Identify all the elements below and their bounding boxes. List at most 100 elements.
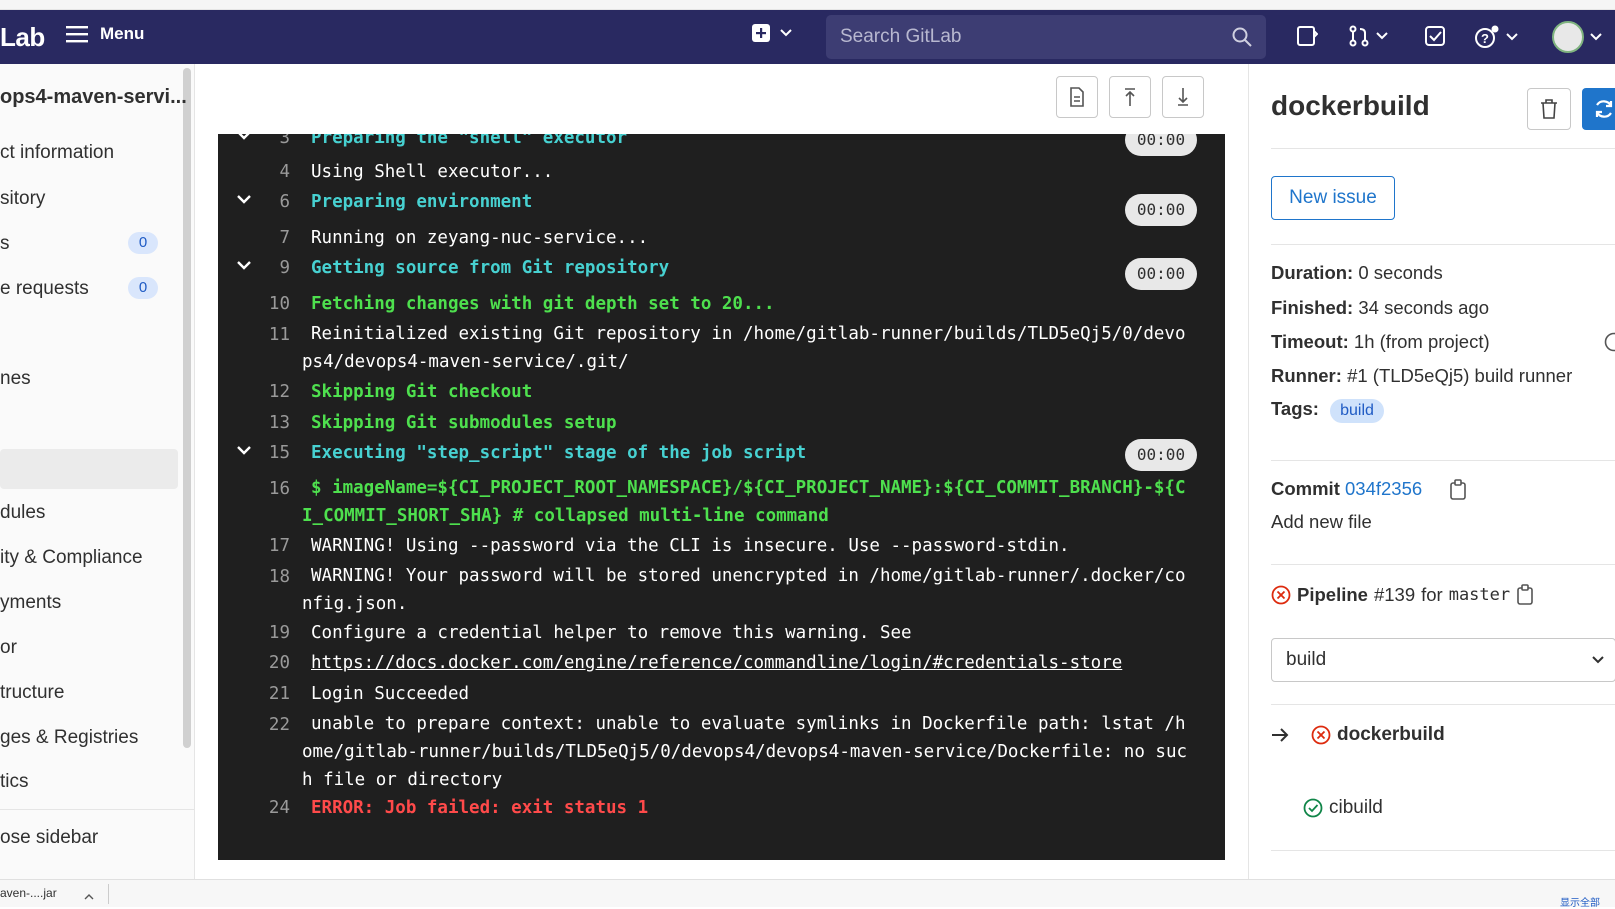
user-menu-button[interactable] — [1552, 21, 1602, 53]
retry-icon — [1593, 98, 1615, 120]
search-icon[interactable] — [1232, 27, 1252, 47]
gitlab-logo[interactable]: Lab — [0, 22, 45, 53]
log-line-number[interactable]: 16 — [248, 479, 290, 499]
job-finished: Finished: 34 seconds ago — [1271, 297, 1489, 319]
log-line-number[interactable]: 10 — [248, 294, 290, 314]
search-box[interactable] — [826, 15, 1266, 59]
chevron-down-icon — [1592, 656, 1604, 664]
sidebar-item-issues[interactable]: s0 — [0, 224, 178, 264]
job-commit: Commit 034f2356 — [1271, 478, 1422, 500]
job-list-item[interactable]: cibuild — [1303, 797, 1383, 819]
log-line-number[interactable]: 15 — [248, 443, 290, 463]
log-line-text: Executing "step_script" stage of the job… — [311, 443, 806, 463]
log-line-number[interactable]: 7 — [248, 228, 290, 248]
log-line-number[interactable]: 12 — [248, 382, 290, 402]
scroll-to-top-button[interactable] — [1109, 76, 1151, 118]
log-line-number[interactable]: 22 — [248, 715, 290, 735]
scroll-up-icon — [1122, 87, 1138, 107]
help-icon[interactable] — [1604, 332, 1615, 352]
pipeline-id-link[interactable]: #139 — [1374, 584, 1415, 606]
copy-icon[interactable] — [1449, 479, 1467, 501]
timeout-label: Timeout: — [1271, 331, 1349, 352]
finished-label: Finished: — [1271, 297, 1353, 318]
log-line-number[interactable]: 24 — [248, 798, 290, 818]
new-issue-button[interactable]: New issue — [1271, 176, 1395, 220]
log-line-text: Skipping Git checkout — [311, 382, 532, 402]
menu-label: Menu — [100, 24, 144, 44]
sidebar-item-security-compliance[interactable]: ity & Compliance — [0, 538, 178, 578]
issues-nav-button[interactable] — [1296, 25, 1318, 47]
timeout-value: 1h (from project) — [1354, 331, 1490, 352]
download-item[interactable]: aven-....jar — [0, 886, 57, 900]
sidebar-item-deployments[interactable]: yments — [0, 583, 178, 623]
sidebar-item-label: tics — [0, 771, 29, 792]
sidebar-item-infrastructure[interactable]: tructure — [0, 673, 178, 713]
menu-button[interactable]: Menu — [66, 24, 144, 44]
log-line-number[interactable]: 20 — [248, 653, 290, 673]
stage-select[interactable]: build — [1271, 638, 1615, 682]
trash-icon — [1540, 99, 1558, 119]
log-line-number[interactable]: 19 — [248, 623, 290, 643]
browser-top-strip — [0, 0, 1615, 10]
sidebar-item-packages-registries[interactable]: ges & Registries — [0, 718, 178, 758]
log-line-number[interactable]: 11 — [248, 325, 290, 345]
show-raw-button[interactable] — [1056, 76, 1098, 118]
search-input[interactable] — [840, 26, 1232, 48]
sidebar-item-project-information[interactable]: ct information — [0, 133, 178, 173]
log-line-number[interactable]: 17 — [248, 536, 290, 556]
log-line-number[interactable]: 21 — [248, 684, 290, 704]
sidebar-item-repository[interactable]: sitory — [0, 179, 178, 219]
sidebar-item-editor[interactable] — [0, 404, 178, 444]
log-line-text: WARNING! Using --password via the CLI is… — [311, 536, 1070, 556]
chevron-down-icon — [1506, 33, 1518, 41]
sidebar-item-monitor[interactable]: or — [0, 628, 178, 668]
collapse-sidebar-button[interactable]: ose sidebar — [0, 809, 195, 849]
sidebar-item-label: or — [0, 637, 17, 658]
scroll-down-icon — [1175, 87, 1191, 107]
divider — [1271, 244, 1615, 245]
sidebar-item-label: e requests — [0, 278, 89, 299]
raw-file-icon — [1069, 87, 1085, 107]
chevron-up-icon[interactable] — [84, 894, 94, 900]
sidebar-item-ci-cd[interactable] — [0, 314, 178, 354]
divider — [1271, 704, 1615, 705]
log-line-number[interactable]: 13 — [248, 413, 290, 433]
merge-requests-nav-button[interactable] — [1348, 25, 1388, 47]
log-line-number[interactable]: 3 — [248, 134, 290, 148]
help-nav-button[interactable]: ? — [1474, 25, 1518, 49]
job-list-item-current[interactable]: dockerbuild — [1271, 724, 1445, 746]
pipeline-label: Pipeline — [1297, 584, 1368, 606]
sidebar-project-name[interactable]: ops4-maven-servi... — [0, 86, 187, 109]
sidebar-item-pipelines[interactable]: nes — [0, 359, 178, 399]
divider — [108, 884, 109, 904]
log-line-number[interactable]: 4 — [248, 162, 290, 182]
log-line-number[interactable]: 9 — [248, 258, 290, 278]
job-sidebar: dockerbuild New issue Duration: 0 second… — [1248, 64, 1615, 879]
sidebar-item-schedules[interactable]: dules — [0, 493, 178, 533]
copy-icon[interactable] — [1516, 584, 1534, 606]
docs-link[interactable]: https://docs.docker.com/engine/reference… — [311, 653, 1122, 673]
sidebar-item-analytics[interactable]: tics — [0, 762, 178, 802]
todos-nav-button[interactable] — [1424, 25, 1446, 47]
sidebar-item-merge-requests[interactable]: e requests0 — [0, 269, 178, 309]
retry-job-button[interactable] — [1582, 88, 1615, 130]
todo-check-icon — [1424, 25, 1446, 47]
log-line-text: Fetching changes with git depth set to 2… — [311, 294, 775, 314]
job-name: cibuild — [1329, 797, 1383, 819]
sidebar-scrollbar[interactable] — [183, 68, 191, 748]
sidebar-item-label: dules — [0, 502, 45, 523]
sidebar-item-jobs[interactable] — [0, 449, 178, 489]
runner-value: #1 (TLD5eQj5) build runner — [1347, 365, 1572, 386]
job-timeout: Timeout: 1h (from project) — [1271, 331, 1490, 353]
job-log-toolbar — [196, 64, 1246, 134]
scroll-to-bottom-button[interactable] — [1162, 76, 1204, 118]
arrow-right-icon — [1271, 728, 1289, 742]
log-line-number[interactable]: 18 — [248, 567, 290, 587]
pipeline-info: Pipeline #139 for master — [1271, 584, 1534, 606]
commit-sha-link[interactable]: 034f2356 — [1345, 478, 1422, 499]
log-line-number[interactable]: 6 — [248, 192, 290, 212]
section-duration-badge: 00:00 — [1125, 194, 1197, 226]
erase-log-button[interactable] — [1527, 88, 1571, 130]
pipeline-branch-link[interactable]: master — [1449, 585, 1510, 605]
create-new-dropdown[interactable] — [752, 24, 792, 42]
